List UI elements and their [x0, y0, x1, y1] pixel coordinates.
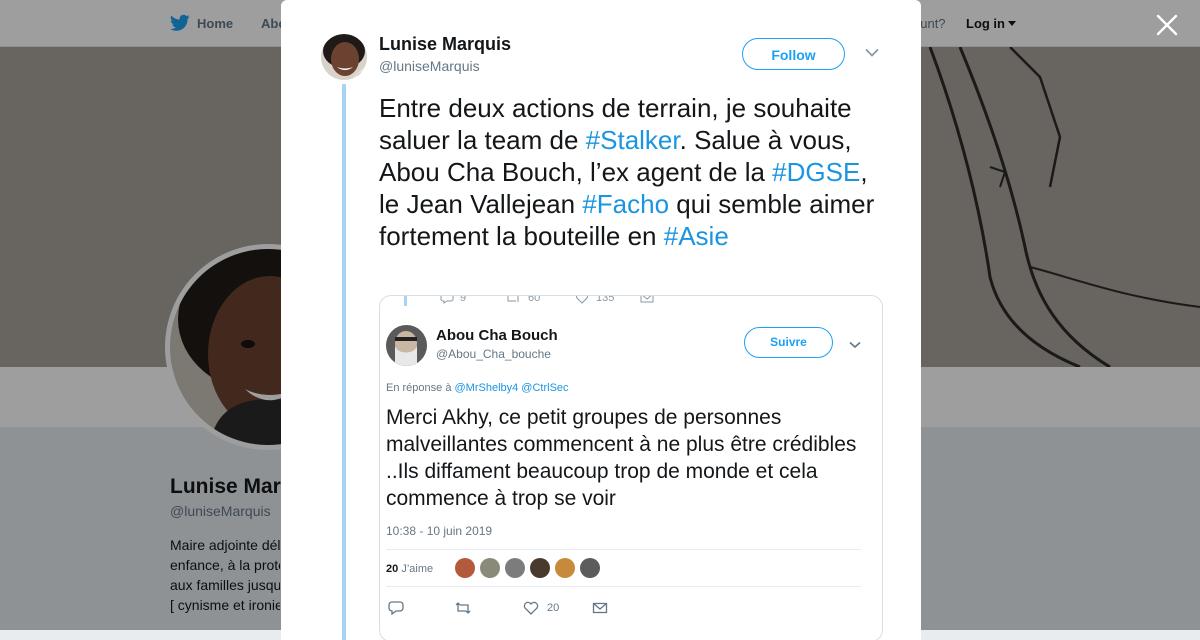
- embedded-divider: [386, 549, 861, 550]
- tweet-modal: Lunise Marquis @luniseMarquis Follow Ent…: [281, 0, 921, 640]
- reply-prefix: En réponse à: [386, 382, 455, 394]
- hashtag-link[interactable]: #Stalker: [586, 125, 680, 155]
- embedded-chevron-down-icon: [849, 341, 861, 349]
- chevron-down-icon[interactable]: [865, 48, 879, 58]
- embedded-follow-button: Suivre: [744, 327, 833, 358]
- embedded-like-count: 20: [547, 602, 560, 614]
- tweet-text: Entre deux actions de terrain, je souhai…: [379, 92, 879, 252]
- follow-button[interactable]: Follow: [742, 38, 845, 70]
- close-icon[interactable]: [1155, 13, 1179, 37]
- embedded-mail-icon: [592, 602, 608, 614]
- embedded-reply-icon: [388, 601, 404, 615]
- liker-avatar: [455, 558, 475, 578]
- liker-avatar: [555, 558, 575, 578]
- hashtag-link[interactable]: #Asie: [664, 221, 729, 251]
- embedded-likes-summary: 20 J’aime: [386, 563, 433, 575]
- likes-label: J’aime: [401, 563, 434, 575]
- reply-icon: [440, 296, 454, 304]
- attached-screenshot-image[interactable]: 9 60 135 Abou Cha Bouch @Abou_Cha_bouche…: [379, 295, 883, 640]
- embedded-author-photo: [386, 325, 427, 366]
- author-name[interactable]: Lunise Marquis: [379, 34, 511, 55]
- liker-avatar: [580, 558, 600, 578]
- embedded-action-bar: 20: [388, 601, 638, 617]
- embedded-retweet-icon: [455, 602, 471, 614]
- embedded-author-handle: @Abou_Cha_bouche: [436, 347, 551, 361]
- embedded-tweet-text: Merci Akhy, ce petit groupes de personne…: [386, 406, 857, 510]
- screenshot-thread-line: [404, 296, 407, 306]
- thread-line: [342, 84, 346, 640]
- heart-icon: [575, 296, 589, 304]
- hashtag-link[interactable]: #DGSE: [772, 157, 860, 187]
- liker-avatar: [480, 558, 500, 578]
- retweet-count: 60: [528, 295, 541, 304]
- embedded-reply-context: En réponse à @MrShelby4 @CtrlSec: [386, 382, 569, 394]
- embedded-author-avatar: [386, 325, 427, 366]
- embedded-heart-icon: [523, 601, 539, 615]
- author-handle[interactable]: @luniseMarquis: [379, 58, 480, 74]
- like-count: 135: [596, 295, 615, 304]
- likes-count: 20: [386, 563, 399, 575]
- author-photo-image: [321, 34, 367, 80]
- embedded-divider: [386, 586, 861, 587]
- mail-icon: [640, 296, 654, 303]
- embedded-tweet-datetime: 10:38 - 10 juin 2019: [386, 524, 493, 538]
- author-avatar[interactable]: [321, 34, 367, 80]
- embedded-author-name: Abou Cha Bouch: [436, 327, 558, 344]
- liker-avatar: [530, 558, 550, 578]
- reply-count: 9: [460, 295, 467, 304]
- reply-mentions: @MrShelby4 @CtrlSec: [454, 382, 569, 394]
- liker-avatar: [505, 558, 525, 578]
- retweet-icon: [507, 296, 519, 302]
- hashtag-link[interactable]: #Facho: [582, 189, 669, 219]
